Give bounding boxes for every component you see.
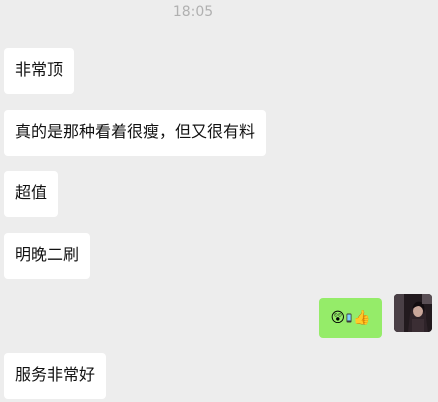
phone-icon	[346, 313, 352, 323]
incoming-message-bubble[interactable]: 服务非常好	[4, 353, 107, 399]
incoming-message-bubble[interactable]: 明晚二刷	[4, 233, 91, 279]
avatar[interactable]	[394, 294, 432, 332]
incoming-message-bubble[interactable]: 非常顶	[4, 48, 75, 94]
avatar-photo-icon	[394, 294, 432, 332]
outgoing-message-bubble[interactable]: 😲 👍	[319, 298, 382, 338]
incoming-message-bubble[interactable]: 超值	[4, 171, 59, 217]
thumbs-up-icon: 👍	[353, 310, 371, 326]
surprised-face-icon: 😲	[330, 310, 346, 326]
message-timestamp: 18:05	[172, 4, 214, 20]
emoji-row: 😲 👍	[330, 311, 370, 325]
chat-view: 18:05 非常顶 真的是那种看着很瘦，但又很有料 超值 明晚二刷 😲 👍 服务…	[0, 0, 438, 402]
incoming-message-bubble[interactable]: 真的是那种看着很瘦，但又很有料	[4, 110, 267, 156]
